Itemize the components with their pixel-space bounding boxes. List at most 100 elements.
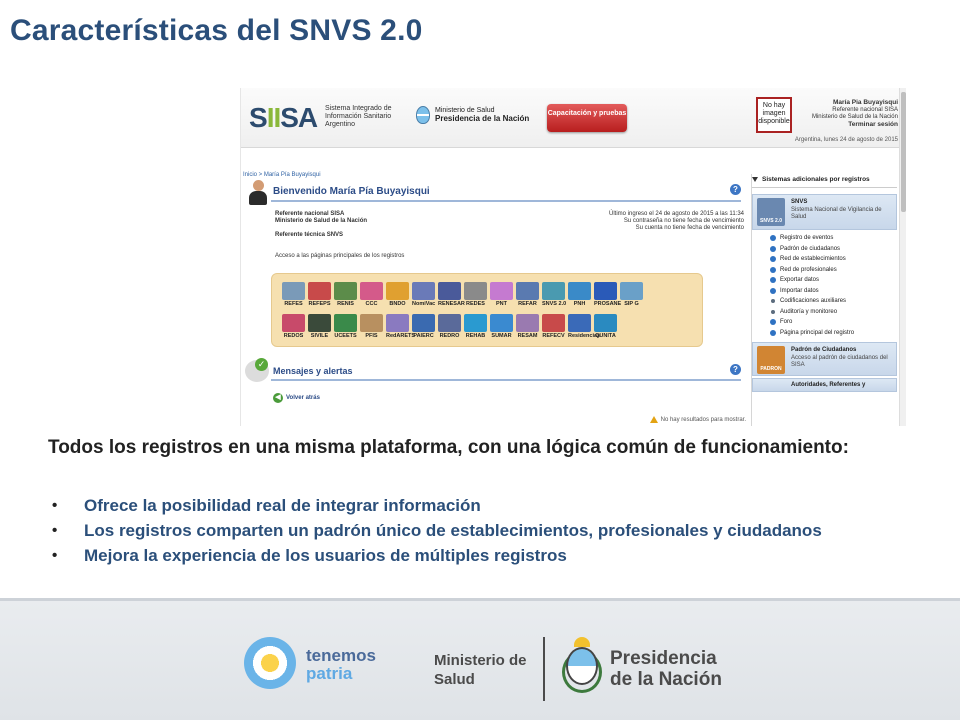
sidebar-menu-item[interactable]: Foro (770, 317, 897, 328)
national-shield-icon (562, 637, 602, 697)
arrow-circle-icon (770, 256, 776, 263)
registry-button[interactable]: Residencias (568, 314, 601, 339)
registry-button[interactable]: REFEPS (308, 282, 331, 307)
sidebar-menu-item[interactable]: Auditoría y monitoreo (770, 307, 897, 318)
registry-button[interactable]: PROSANE (594, 282, 622, 307)
registry-button[interactable]: SIVILE (308, 314, 331, 339)
registry-icon (490, 314, 513, 332)
registry-button[interactable]: RESAM (516, 314, 539, 339)
collapse-triangle-icon (752, 177, 758, 182)
registry-button[interactable]: UCEETS (334, 314, 357, 339)
welcome-title: Bienvenido María Pía Buyayisqui (273, 186, 430, 197)
help-icon[interactable]: ? (730, 364, 741, 375)
ministry-logo: Ministerio de Salud Presidencia de la Na… (416, 106, 529, 124)
scrollbar-thumb[interactable] (901, 92, 906, 212)
registry-button[interactable]: PAIERC (412, 314, 435, 339)
registry-icon (334, 282, 357, 300)
last-login-info: Último ingreso el 24 de agosto de 2015 a… (609, 211, 744, 231)
registry-icon (412, 282, 435, 300)
registry-button[interactable]: PNH (568, 282, 591, 307)
help-icon[interactable]: ? (730, 184, 741, 195)
registry-label: RENIS (337, 301, 354, 307)
registry-button[interactable]: RedARETS (386, 314, 416, 339)
registry-label: SIP G (624, 301, 639, 307)
autoridades-card[interactable]: Autoridades, Referentes y (752, 378, 897, 392)
registry-icon (464, 282, 487, 300)
back-arrow-icon: ◀ (273, 393, 283, 403)
registry-label: SIVILE (310, 333, 329, 339)
registry-label: Residencias (568, 333, 601, 339)
registry-label: SNVS 2.0 (542, 301, 567, 307)
registry-icon (386, 282, 409, 300)
registry-icon (594, 314, 617, 332)
footer: tenemos patria Ministerio de Salud Presi… (0, 598, 960, 720)
sidebar-menu-item[interactable]: Red de establecimientos (770, 254, 897, 265)
registry-label: RESAM (517, 333, 538, 339)
registry-button[interactable]: QUNITA (594, 314, 617, 339)
registry-button[interactable]: SIP G (620, 282, 643, 307)
sidebar-menu-item[interactable]: Exportar datos (770, 275, 897, 286)
siisa-screenshot: SIISA Sistema Integrado de Información S… (240, 88, 906, 426)
registry-label: REDES (466, 301, 485, 307)
slide-title: Características del SNVS 2.0 (10, 14, 423, 47)
registry-button[interactable]: RENIS (334, 282, 357, 307)
warning-icon (649, 416, 658, 423)
back-link[interactable]: ◀ Volver atrás (273, 393, 320, 403)
bullet-item: Mejora la experiencia de los usuarios de… (52, 544, 872, 567)
registry-button[interactable]: PFIS (360, 314, 383, 339)
registry-label: RedARETS (386, 333, 416, 339)
registry-label: REFES (284, 301, 303, 307)
registry-label: PROSANE (594, 301, 622, 307)
shield-icon (416, 106, 430, 124)
registry-label: PNH (573, 301, 586, 307)
arrow-circle-icon (770, 319, 776, 326)
registry-label: NomiVac (412, 301, 436, 307)
siisa-subtitle: Sistema Integrado de Información Sanitar… (325, 105, 392, 128)
sidebar: Sistemas adicionales por registros SNVS … (751, 174, 897, 426)
snvs-system-card[interactable]: SNVS 2.0 SNVS Sistema Nacional de Vigila… (752, 194, 897, 230)
registries-row-2: REDOS SIVILE UCEETS PFIS RedARETS PAIERC REDRO… (282, 314, 617, 339)
sidebar-menu-item[interactable]: Red de profesionales (770, 265, 897, 276)
training-button[interactable]: Capacitación y pruebas (547, 104, 627, 132)
registry-button[interactable]: REFECV (542, 314, 565, 339)
registry-icon (568, 282, 591, 300)
snvs-description: Sistema Nacional de Vigilancia de Salud (791, 207, 882, 220)
arrow-circle-icon (770, 287, 776, 294)
sidebar-menu-item[interactable]: Importar datos (770, 286, 897, 297)
registry-button[interactable]: REFAR (516, 282, 539, 307)
scrollbar[interactable] (899, 88, 906, 426)
registry-label: REFECV (542, 333, 565, 339)
registry-button[interactable]: NomiVac (412, 282, 435, 307)
registry-button[interactable]: RENESAR (438, 282, 465, 307)
registry-button[interactable]: REHAB (464, 314, 487, 339)
sidebar-title[interactable]: Sistemas adicionales por registros (752, 174, 897, 188)
registry-label: REDOS (283, 333, 304, 339)
no-results-notice: No hay resultados para mostrar. (649, 416, 746, 423)
sidebar-menu-item[interactable]: Padrón de ciudadanos (770, 244, 897, 255)
siisa-logo[interactable]: SIISA (249, 102, 318, 134)
bullet-item: Los registros comparten un padrón único … (52, 519, 872, 542)
registry-button[interactable]: SNVS 2.0 (542, 282, 567, 307)
registry-button[interactable]: REDES (464, 282, 487, 307)
registry-icon (386, 314, 409, 332)
registry-button[interactable]: CCC (360, 282, 383, 307)
ministerio-salud-text: Ministerio de Salud (434, 652, 527, 688)
registry-button[interactable]: SUMAR (490, 314, 513, 339)
registry-label: REFEPS (308, 301, 331, 307)
registry-button[interactable]: REDOS (282, 314, 305, 339)
sidebar-menu-item[interactable]: Codificaciones auxiliares (770, 296, 897, 307)
registry-label: UCEETS (334, 333, 357, 339)
user-name: María Pia Buyayisqui (832, 99, 898, 106)
registry-button[interactable]: REFES (282, 282, 305, 307)
registries-row-1: REFES REFEPS RENIS CCC BNDO NomiVac RENESAR RED… (282, 282, 643, 307)
padron-system-card[interactable]: PADRON Padrón de Ciudadanos Acceso al pa… (752, 342, 897, 376)
registry-icon (438, 282, 461, 300)
logout-link[interactable]: Terminar sesión (848, 121, 898, 128)
registry-button[interactable]: PNT (490, 282, 513, 307)
registry-icon (464, 314, 487, 332)
registry-button[interactable]: REDRO (438, 314, 461, 339)
sidebar-menu-item[interactable]: Página principal del registro (770, 328, 897, 339)
registry-button[interactable]: BNDO (386, 282, 409, 307)
sidebar-menu-item[interactable]: Registro de eventos (770, 233, 897, 244)
breadcrumb[interactable]: Inicio > María Pía Buyayisqui (243, 172, 321, 178)
